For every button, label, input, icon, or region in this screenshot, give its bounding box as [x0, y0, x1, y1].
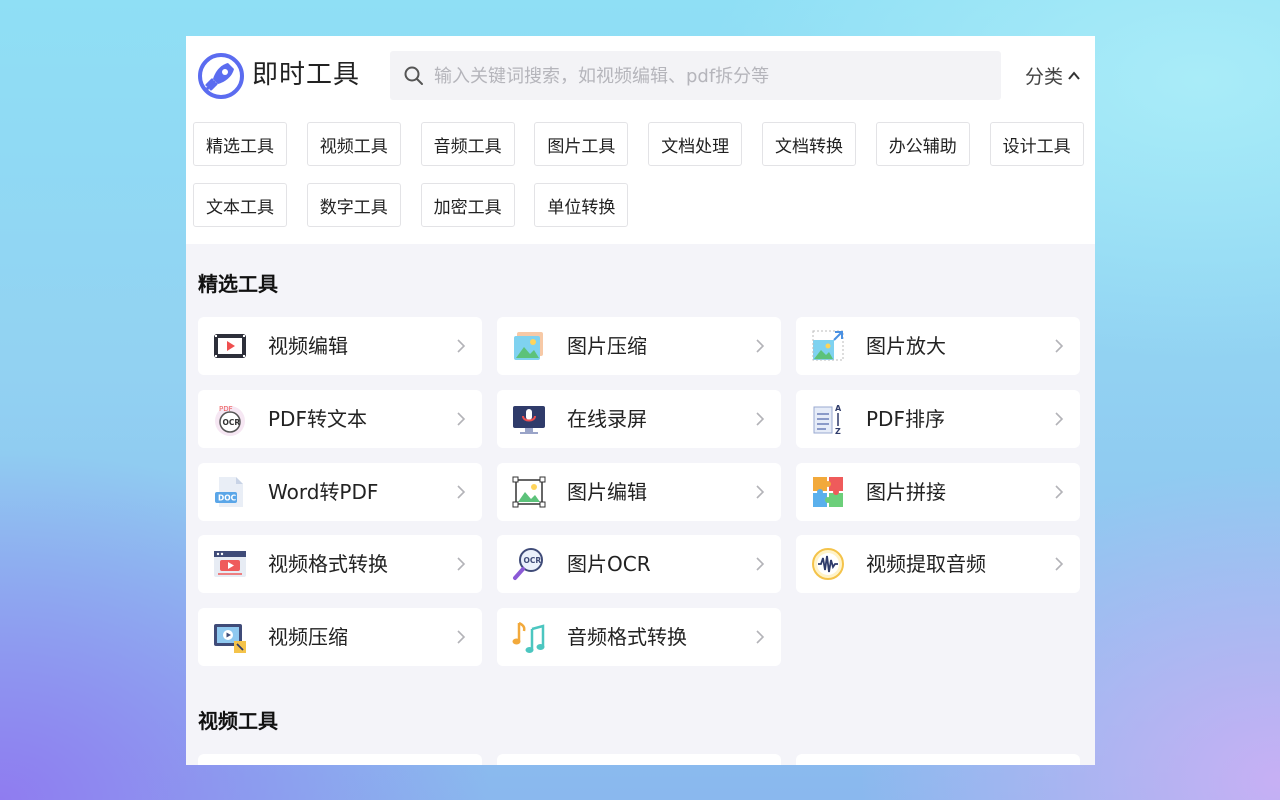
svg-text:A: A	[835, 404, 842, 413]
tool-label: 视频格式转换	[268, 552, 388, 577]
video-edit-icon	[214, 334, 246, 358]
tool-card[interactable]: OCR 图片OCR	[497, 535, 781, 594]
svg-text:Z: Z	[835, 427, 841, 436]
svg-text:OCR: OCR	[524, 556, 542, 565]
chevron-right-icon	[756, 485, 765, 499]
chevron-right-icon	[457, 630, 466, 644]
pdf-sort-icon: AZ	[813, 404, 842, 436]
category-toggle[interactable]: 分类	[1025, 62, 1081, 89]
svg-text:DOC: DOC	[218, 493, 237, 502]
doc-file-icon: DOC	[215, 476, 243, 507]
tool-label: PDF转文本	[268, 406, 367, 431]
chevron-right-icon	[756, 339, 765, 353]
screen-record-icon	[513, 405, 545, 434]
chevron-right-icon	[457, 412, 466, 426]
pdf-ocr-icon: PDFOCR	[215, 405, 245, 436]
header-panel: 即时工具 分类 精选工具视频工具音频工具图片工具文档处理文档转换办公辅助设计工具…	[186, 36, 1095, 244]
chevron-right-icon	[1055, 339, 1064, 353]
tool-label: 图片OCR	[567, 552, 651, 577]
tool-card[interactable]: 图片压缩	[497, 317, 781, 375]
audio-wave-icon	[812, 548, 844, 581]
brand-name[interactable]: 即时工具	[252, 58, 360, 92]
category-chip[interactable]: 加密工具	[420, 183, 515, 227]
category-chip[interactable]: 文档处理	[648, 122, 743, 166]
tool-card[interactable]: 图片编辑	[497, 462, 781, 521]
tool-label: 视频提取音频	[866, 552, 986, 577]
section-title-featured: 精选工具	[198, 272, 278, 296]
chevron-right-icon	[457, 339, 466, 353]
chevron-right-icon	[756, 557, 765, 571]
tool-card[interactable]: 图片放大	[796, 317, 1080, 375]
app-window: 即时工具 分类 精选工具视频工具音频工具图片工具文档处理文档转换办公辅助设计工具…	[186, 36, 1095, 765]
tool-card[interactable]: A Z PDF排序	[796, 389, 1080, 448]
tool-label: 音频格式转换	[567, 625, 687, 650]
category-chip[interactable]: 音频工具	[420, 122, 515, 166]
tool-label: 图片放大	[866, 334, 946, 358]
puzzle-icon	[813, 476, 843, 507]
tool-card-placeholder[interactable]	[796, 754, 1080, 765]
chevron-right-icon	[1055, 557, 1064, 571]
tool-card-placeholder[interactable]	[198, 754, 482, 765]
chevron-right-icon	[756, 412, 765, 426]
ocr-magnifier-icon: OCR	[513, 548, 543, 581]
tool-card[interactable]: PDF OCR PDF转文本	[198, 389, 482, 448]
image-enlarge-icon	[812, 330, 844, 361]
image-compress-icon	[514, 332, 543, 360]
tool-label: 视频编辑	[268, 334, 348, 358]
tool-card-placeholder[interactable]	[497, 754, 781, 765]
tool-card[interactable]: DOC Word转PDF	[198, 462, 482, 521]
video-convert-icon	[214, 551, 246, 578]
search-icon	[404, 66, 423, 85]
chevron-right-icon	[1055, 485, 1064, 499]
video-compress-icon	[214, 624, 246, 654]
tool-label: 在线录屏	[567, 406, 647, 431]
tool-card[interactable]: 视频压缩	[198, 608, 482, 667]
category-chip[interactable]: 数字工具	[306, 183, 401, 227]
tool-label: 图片编辑	[567, 479, 647, 504]
tool-label: Word转PDF	[268, 479, 379, 504]
tool-card[interactable]: 在线录屏	[497, 389, 781, 448]
image-edit-icon	[512, 476, 546, 508]
tool-label: 视频压缩	[268, 625, 348, 650]
tool-card[interactable]: 视频编辑	[198, 317, 482, 375]
section-title-video: 视频工具	[198, 709, 278, 733]
category-chip[interactable]: 单位转换	[534, 183, 629, 227]
category-chip[interactable]: 办公辅助	[875, 122, 970, 166]
category-chip[interactable]: 设计工具	[989, 122, 1084, 166]
search-box[interactable]	[390, 51, 1001, 102]
tool-label: 图片拼接	[866, 479, 946, 504]
chevron-right-icon	[1055, 412, 1064, 426]
chevron-right-icon	[457, 485, 466, 499]
music-notes-icon	[512, 622, 545, 654]
tool-label: 图片压缩	[567, 334, 647, 358]
category-toggle-label: 分类	[1025, 66, 1064, 88]
tool-card[interactable]: 音频格式转换	[497, 608, 781, 667]
category-chip[interactable]: 视频工具	[306, 122, 401, 166]
category-chip[interactable]: 文档转换	[762, 122, 856, 166]
svg-text:OCR: OCR	[223, 418, 241, 427]
chevron-up-icon	[1068, 70, 1080, 80]
search-input[interactable]	[432, 51, 996, 102]
tool-label: PDF排序	[866, 406, 945, 431]
tool-card[interactable]: 视频提取音频	[796, 535, 1080, 594]
category-chip[interactable]: 精选工具	[193, 122, 287, 166]
tool-card[interactable]: 图片拼接	[796, 462, 1080, 521]
rocket-icon[interactable]	[198, 53, 244, 99]
tool-card[interactable]: 视频格式转换	[198, 535, 482, 594]
category-chip[interactable]: 图片工具	[534, 122, 629, 166]
chevron-right-icon	[756, 630, 765, 644]
chevron-right-icon	[457, 557, 466, 571]
category-chip[interactable]: 文本工具	[193, 183, 287, 227]
